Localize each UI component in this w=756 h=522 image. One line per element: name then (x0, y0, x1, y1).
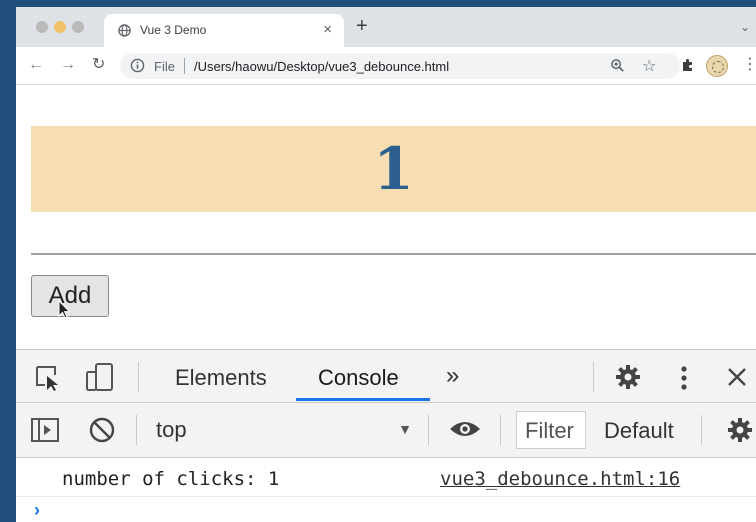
context-selector[interactable]: top ▼ (156, 417, 416, 443)
url-divider (184, 58, 185, 74)
live-expression-eye-icon[interactable] (448, 418, 482, 445)
settings-gear-icon[interactable] (614, 363, 642, 396)
devtools-menu-icon[interactable] (678, 364, 690, 397)
bookmark-star-icon[interactable]: ☆ (642, 56, 656, 76)
console-message-text: number of clicks: 1 (62, 468, 280, 490)
browser-toolbar: ← → ↻ File /Users/haowu/Desktop/vue3_deb… (16, 47, 756, 85)
window-minimize-button[interactable] (54, 21, 66, 33)
more-tabs-icon[interactable]: » (446, 362, 459, 390)
devtools-divider (593, 362, 594, 392)
tab-title: Vue 3 Demo (140, 23, 207, 37)
console-settings-gear-icon[interactable] (726, 416, 754, 449)
mouse-pointer-icon (58, 299, 72, 325)
tab-close-icon[interactable]: × (323, 21, 332, 38)
tab-search-icon[interactable]: ⌄ (740, 20, 750, 34)
address-bar[interactable]: File /Users/haowu/Desktop/vue3_debounce.… (120, 53, 680, 79)
new-tab-button[interactable]: + (356, 16, 368, 36)
console-toolbar: top ▼ Filter Default (16, 403, 756, 458)
reload-button[interactable]: ↻ (92, 55, 105, 75)
tab-console[interactable]: Console (318, 365, 399, 391)
devtools-tabbar: Elements Console » (16, 350, 756, 403)
profile-avatar-icon[interactable] (706, 55, 728, 77)
close-devtools-icon[interactable] (726, 366, 748, 393)
clear-console-icon[interactable] (88, 416, 116, 449)
dropdown-arrow-icon: ▼ (398, 421, 412, 437)
device-toolbar-icon[interactable] (84, 362, 116, 397)
log-levels-dropdown[interactable]: Default (604, 418, 674, 444)
window-zoom-button[interactable] (72, 21, 84, 33)
window-close-button[interactable] (36, 21, 48, 33)
toolbar-divider (136, 415, 137, 445)
tab-strip: Vue 3 Demo × + ⌄ (16, 7, 756, 47)
console-message-row: number of clicks: 1 vue3_debounce.html:1… (16, 458, 756, 497)
browser-menu-icon[interactable]: ⋮ (742, 54, 756, 74)
devtools-panel: Elements Console » top ▼ Filter Default … (16, 349, 756, 522)
counter-banner: 1 (31, 126, 756, 212)
filter-input[interactable]: Filter (516, 411, 586, 449)
toolbar-divider (428, 415, 429, 445)
zoom-icon[interactable] (610, 58, 625, 78)
browser-window: Vue 3 Demo × + ⌄ ← → ↻ File /Users/haowu… (16, 7, 756, 522)
context-value: top (156, 417, 187, 442)
url-text[interactable]: /Users/haowu/Desktop/vue3_debounce.html (194, 59, 449, 74)
info-icon[interactable] (130, 58, 145, 78)
extensions-puzzle-icon[interactable] (680, 57, 696, 78)
horizontal-rule (31, 253, 756, 255)
toolbar-divider (701, 415, 702, 445)
click-counter: 1 (373, 135, 414, 203)
url-scheme-label: File (154, 59, 175, 74)
console-prompt-chevron-icon[interactable]: › (34, 500, 40, 521)
show-sidebar-icon[interactable] (30, 417, 60, 448)
tab-elements[interactable]: Elements (175, 365, 267, 391)
active-tab-indicator (296, 398, 430, 401)
forward-button[interactable]: → (60, 55, 76, 75)
toolbar-divider (500, 415, 501, 445)
browser-tab[interactable]: Vue 3 Demo × (104, 14, 344, 47)
page-viewport: 1 Add (16, 85, 756, 349)
back-button[interactable]: ← (28, 55, 44, 75)
console-source-link[interactable]: vue3_debounce.html:16 (440, 468, 680, 490)
globe-icon (118, 24, 131, 42)
devtools-divider (138, 362, 139, 392)
inspect-element-icon[interactable] (34, 364, 62, 397)
